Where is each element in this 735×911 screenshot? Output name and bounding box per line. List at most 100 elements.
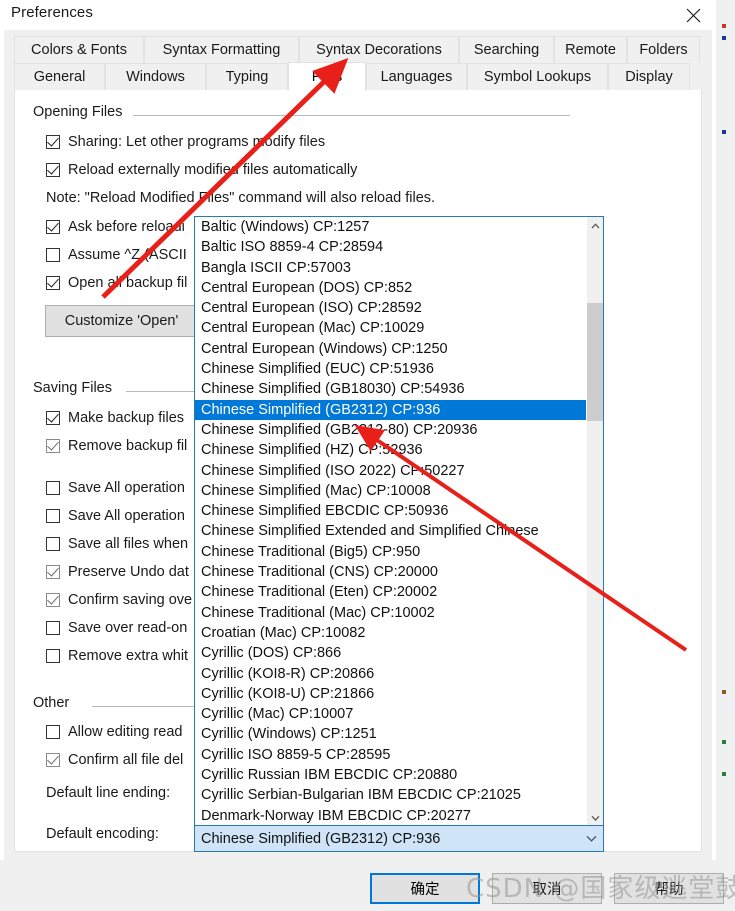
encoding-option[interactable]: Chinese Traditional (Big5) CP:950 [195,542,586,562]
encoding-dropdown-popup[interactable]: Baltic (Windows) CP:1257 Baltic ISO 8859-… [194,216,604,827]
encoding-option[interactable]: Bangla ISCII CP:57003 [195,258,586,278]
encoding-option[interactable]: Central European (ISO) CP:28592 [195,298,586,318]
dropdown-scrollbar[interactable] [586,217,603,826]
tab-label: Windows [126,69,185,85]
checkbox-make-backup-files[interactable]: Make backup files [46,410,184,426]
tab-searching[interactable]: Searching [459,36,554,63]
checkbox-box[interactable] [46,593,60,607]
encoding-option[interactable]: Chinese Simplified (HZ) CP:52936 [195,440,586,460]
checkbox-box[interactable] [46,649,60,663]
tab-row-1: Colors & Fonts Syntax Formatting Syntax … [14,36,700,63]
encoding-option[interactable]: Cyrillic Serbian-Bulgarian IBM EBCDIC CP… [195,785,586,805]
encoding-option[interactable]: Cyrillic ISO 8859-5 CP:28595 [195,745,586,765]
encoding-option[interactable]: Chinese Simplified (GB2312-80) CP:20936 [195,420,586,440]
checkbox-save-all-operation-2[interactable]: Save All operation [46,508,185,524]
tab-syntax-formatting[interactable]: Syntax Formatting [144,36,299,63]
encoding-option[interactable]: Chinese Simplified EBCDIC CP:50936 [195,501,586,521]
encoding-option[interactable]: Cyrillic (KOI8-R) CP:20866 [195,664,586,684]
checkbox-allow-editing-read-only[interactable]: Allow editing read [46,724,182,740]
checkbox-remove-extra-whitespace[interactable]: Remove extra whit [46,648,188,664]
help-button[interactable]: 帮助 [614,873,724,904]
title-bar: Preferences [0,0,716,30]
encoding-option[interactable]: Cyrillic (DOS) CP:866 [195,643,586,663]
checkbox-confirm-all-file-deletions[interactable]: Confirm all file del [46,752,183,768]
encoding-option[interactable]: Chinese Traditional (CNS) CP:20000 [195,562,586,582]
default-encoding-combobox[interactable]: Chinese Simplified (GB2312) CP:936 [194,825,604,852]
checkbox-box[interactable] [46,135,60,149]
encoding-option[interactable]: Cyrillic (Windows) CP:1251 [195,724,586,744]
encoding-option[interactable]: Chinese Simplified (Mac) CP:10008 [195,481,586,501]
label-default-encoding: Default encoding: [46,826,159,842]
encoding-option[interactable]: Chinese Simplified (ISO 2022) CP:50227 [195,461,586,481]
checkbox-confirm-saving-over[interactable]: Confirm saving ove [46,592,192,608]
checkbox-label: Preserve Undo dat [68,564,189,580]
checkbox-preserve-undo-data[interactable]: Preserve Undo dat [46,564,189,580]
chevron-up-icon[interactable] [587,217,603,234]
tab-windows[interactable]: Windows [105,63,206,90]
dialog-footer: 确定 取消 帮助 [0,860,724,911]
encoding-option[interactable]: Baltic ISO 8859-4 CP:28594 [195,237,586,257]
encoding-option[interactable]: Cyrillic Russian IBM EBCDIC CP:20880 [195,765,586,785]
encoding-option[interactable]: Chinese Simplified (GB2312) CP:936 [195,399,586,420]
encoding-option[interactable]: Central European (Mac) CP:10029 [195,318,586,338]
cancel-button[interactable]: 取消 [492,873,602,904]
checkbox-box[interactable] [46,509,60,523]
tab-folders[interactable]: Folders [627,36,700,63]
checkbox-box[interactable] [46,276,60,290]
close-icon[interactable] [670,0,716,30]
ok-button[interactable]: 确定 [370,873,480,904]
checkbox-box[interactable] [46,565,60,579]
encoding-option[interactable]: Chinese Simplified (GB18030) CP:54936 [195,379,586,399]
tab-label: Searching [473,42,540,58]
checkbox-sharing[interactable]: Sharing: Let other programs modify files [46,134,325,150]
tab-colors-and-fonts[interactable]: Colors & Fonts [14,36,144,63]
checkbox-reload-externally-modified[interactable]: Reload externally modified files automat… [46,162,357,178]
checkbox-ask-before-reloading[interactable]: Ask before reloadi [46,219,185,235]
checkbox-box[interactable] [46,163,60,177]
encoding-option[interactable]: Cyrillic (Mac) CP:10007 [195,704,586,724]
tab-languages[interactable]: Languages [366,63,467,90]
checkbox-open-all-backup-files[interactable]: Open all backup fil [46,275,187,291]
encoding-option[interactable]: Croatian (Mac) CP:10082 [195,623,586,643]
checkbox-label: Save All operation [68,480,185,496]
tab-symbol-lookups[interactable]: Symbol Lookups [467,63,608,90]
tab-label: Display [625,69,673,85]
tab-display[interactable]: Display [608,63,690,90]
encoding-option[interactable]: Chinese Traditional (Mac) CP:10002 [195,603,586,623]
encoding-option[interactable]: Denmark-Norway IBM EBCDIC CP:20277 [195,806,586,826]
tab-label: Folders [639,42,688,58]
encoding-option[interactable]: Cyrillic (KOI8-U) CP:21866 [195,684,586,704]
checkbox-save-all-files-when[interactable]: Save all files when [46,536,188,552]
checkbox-box[interactable] [46,537,60,551]
chevron-down-icon[interactable] [579,826,603,851]
checkbox-box[interactable] [46,481,60,495]
checkbox-box[interactable] [46,248,60,262]
tab-remote[interactable]: Remote [554,36,627,63]
encoding-option[interactable]: Central European (DOS) CP:852 [195,278,586,298]
checkbox-assume-ctrl-z[interactable]: Assume ^Z (ASCII [46,247,187,263]
checkbox-box[interactable] [46,753,60,767]
tab-syntax-decorations[interactable]: Syntax Decorations [299,36,459,63]
checkbox-remove-backup-files[interactable]: Remove backup fil [46,438,187,454]
tab-typing[interactable]: Typing [206,63,288,90]
bg-fleck [722,690,726,694]
encoding-option[interactable]: Chinese Simplified Extended and Simplifi… [195,521,586,541]
tab-files[interactable]: Files [288,62,366,91]
encoding-option[interactable]: Baltic (Windows) CP:1257 [195,217,586,237]
checkbox-box[interactable] [46,439,60,453]
checkbox-box[interactable] [46,621,60,635]
chevron-down-icon[interactable] [587,809,603,826]
encoding-option[interactable]: Chinese Traditional (Eten) CP:20002 [195,582,586,602]
scrollbar-thumb[interactable] [587,303,603,421]
encoding-option[interactable]: Chinese Simplified (EUC) CP:51936 [195,359,586,379]
tab-general[interactable]: General [14,63,105,90]
tab-strip: Colors & Fonts Syntax Formatting Syntax … [14,36,720,92]
customize-open-button[interactable]: Customize 'Open' [45,305,198,337]
checkbox-box[interactable] [46,220,60,234]
checkbox-save-over-read-only[interactable]: Save over read-on [46,620,187,636]
encoding-option-list[interactable]: Baltic (Windows) CP:1257 Baltic ISO 8859-… [195,217,586,826]
checkbox-save-all-operation-1[interactable]: Save All operation [46,480,185,496]
checkbox-box[interactable] [46,411,60,425]
checkbox-box[interactable] [46,725,60,739]
encoding-option[interactable]: Central European (Windows) CP:1250 [195,339,586,359]
